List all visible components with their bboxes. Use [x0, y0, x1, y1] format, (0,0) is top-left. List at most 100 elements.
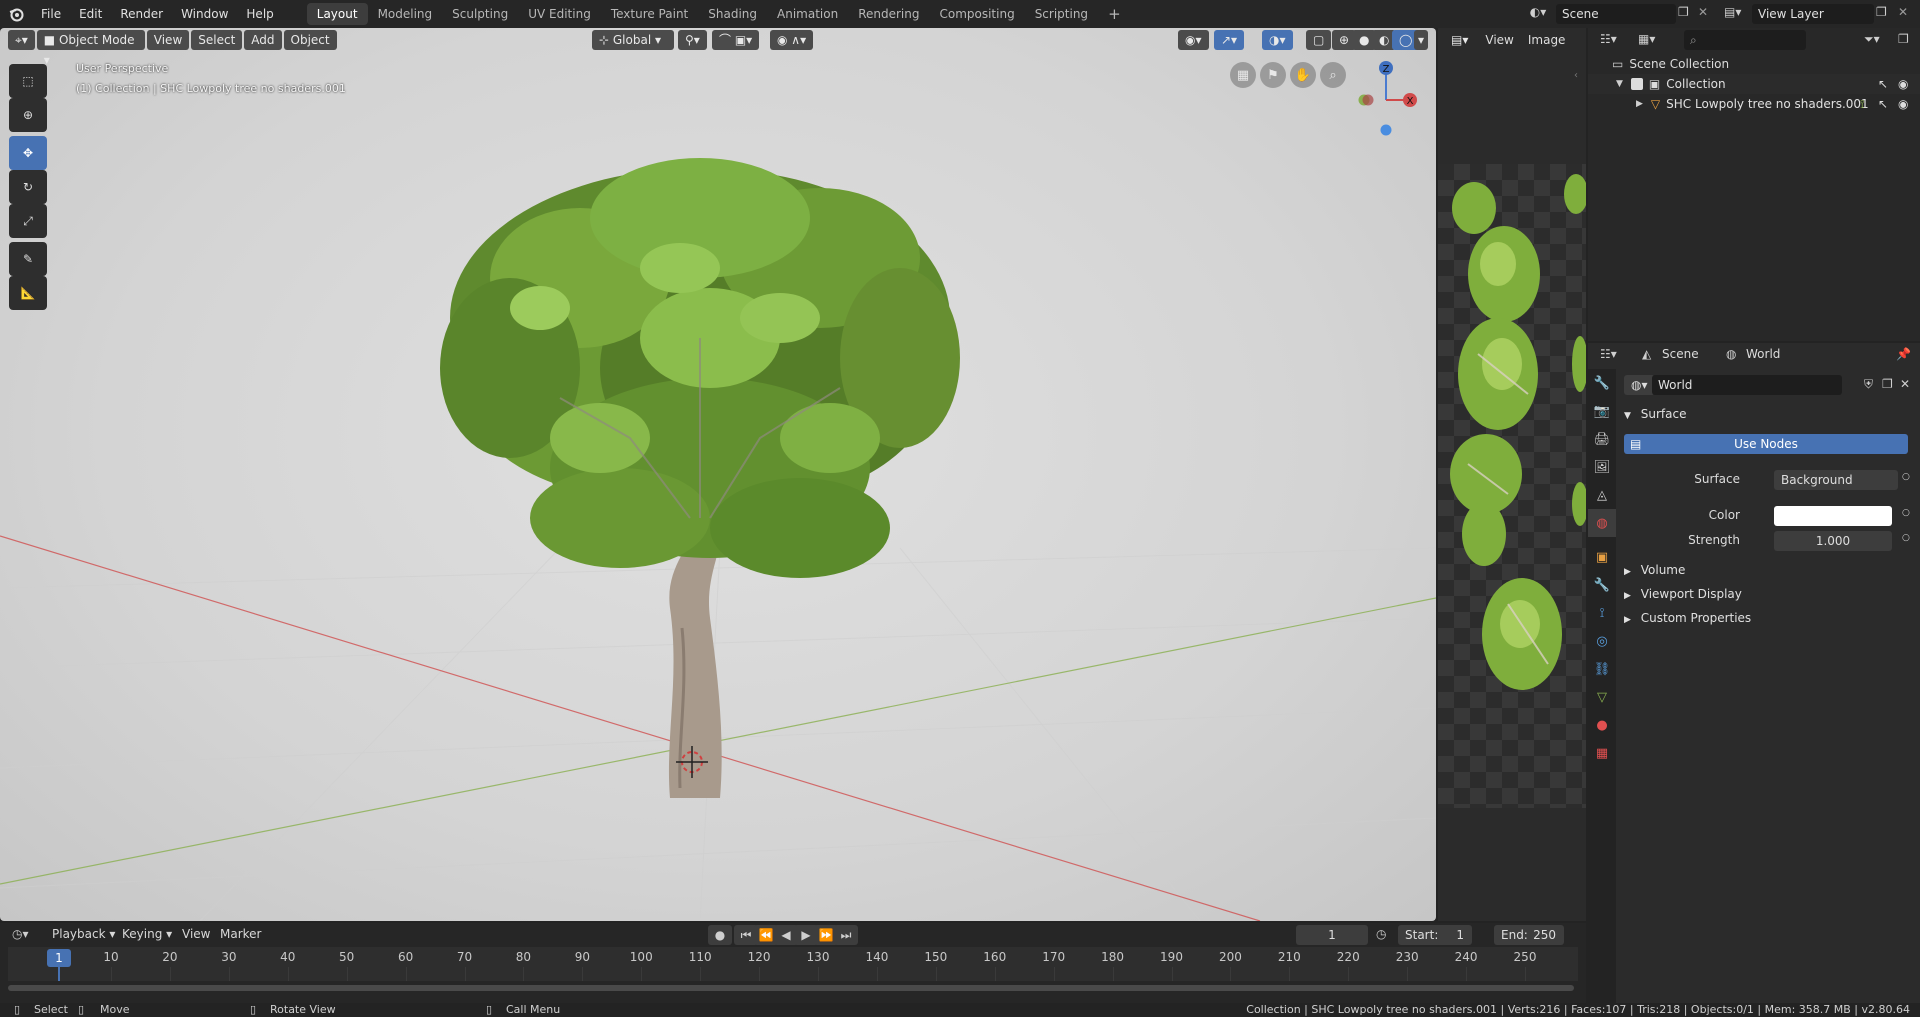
tab-view-layer-icon[interactable]: 🖼 — [1588, 453, 1616, 481]
modifier-icon[interactable]: ⟟ — [1860, 97, 1864, 112]
image-menu-view[interactable]: View — [1477, 33, 1521, 47]
tab-constraints-icon[interactable]: ⛓ — [1588, 655, 1616, 683]
strength-field[interactable]: 1.000 — [1774, 531, 1892, 551]
tab-rendering[interactable]: Rendering — [848, 3, 929, 25]
unlink-world-icon[interactable]: ✕ — [1900, 377, 1910, 391]
cursor-tool[interactable]: ⊕ — [9, 98, 47, 132]
navigation-gizmo[interactable]: Z X — [1350, 58, 1422, 138]
menu-render[interactable]: Render — [111, 3, 172, 25]
tab-material-icon[interactable]: ● — [1588, 711, 1616, 739]
scene-selector-icon[interactable]: ◐▾ — [1526, 5, 1550, 23]
fake-user-icon[interactable]: ⛨ — [1864, 377, 1873, 392]
3d-viewport[interactable]: ⌖▾ ■ Object Mode ▾ View Select Add Objec… — [0, 28, 1436, 921]
pivot-icon[interactable]: ⚲▾ — [678, 30, 707, 50]
shading-options-icon[interactable]: ▾ — [1414, 30, 1429, 50]
filter-icon[interactable]: ⏷▾ — [1864, 32, 1880, 47]
timeline-editor-type-icon[interactable]: ◷▾ — [12, 927, 29, 941]
collection-eye-icon[interactable]: ◉ — [1898, 77, 1908, 91]
tab-world-icon[interactable]: ◍ — [1588, 509, 1616, 537]
tab-shading[interactable]: Shading — [698, 3, 767, 25]
record-icon[interactable]: ● — [708, 925, 732, 945]
menu-select[interactable]: Select — [191, 30, 243, 50]
tab-modifier-icon[interactable]: 🔧 — [1588, 571, 1616, 599]
xray-icon[interactable]: ▢ — [1306, 30, 1332, 50]
tab-scene-icon[interactable]: ◬ — [1588, 481, 1616, 509]
snap-icon[interactable]: ⌒ ▣▾ — [712, 30, 760, 50]
use-nodes-button[interactable]: ▤ Use Nodes — [1624, 434, 1908, 454]
jump-end-icon[interactable]: ⏭ — [834, 925, 858, 945]
object-eye-icon[interactable]: ◉ — [1898, 97, 1908, 111]
display-mode-icon[interactable]: ▦▾ — [1638, 32, 1655, 46]
viewport-display-panel-header[interactable]: ▶ Viewport Display — [1624, 583, 1742, 605]
tab-texture-icon[interactable]: ▦ — [1588, 739, 1616, 767]
outliner-row-collection[interactable]: ▼ ▣ Collection ↖ ◉ — [1588, 74, 1920, 94]
tab-layout[interactable]: Layout — [306, 3, 368, 25]
surface-socket-icon[interactable]: ○ — [1902, 472, 1910, 482]
tab-sculpting[interactable]: Sculpting — [442, 3, 518, 25]
toggle-camera-view-icon[interactable]: ▦ — [1230, 62, 1256, 88]
overlay-toggle-icon[interactable]: ◑▾ — [1262, 30, 1293, 50]
menu-help[interactable]: Help — [237, 3, 282, 25]
properties-editor[interactable]: ☷▾ ◭ Scene ◍ World 📌 🔧 📷 🖨 🖼 ◬ ◍ ▣ 🔧 ⟟ ◎… — [1588, 343, 1920, 1017]
outliner-editor-type-icon[interactable]: ☷▾ — [1600, 32, 1617, 46]
outliner[interactable]: ☷▾ ▦▾ ⌕ ⏷▾ ❐ ▭ Scene Collection ▼ ▣ Coll… — [1588, 28, 1920, 341]
blender-logo-icon[interactable] — [0, 6, 32, 22]
start-frame-field[interactable]: Start: 1 — [1398, 925, 1472, 945]
surface-panel-header[interactable]: ▼ Surface — [1624, 403, 1686, 425]
gizmo-toggle-icon[interactable]: ↗▾ — [1214, 30, 1245, 50]
expand-arrow-icon[interactable]: ▼ — [1616, 79, 1623, 89]
volume-panel-header[interactable]: ▶ Volume — [1624, 559, 1685, 581]
pin-icon[interactable]: 📌 — [1896, 347, 1911, 361]
view-layer-field[interactable]: View Layer — [1752, 4, 1874, 24]
view-layer-icon[interactable]: ▤▾ — [1724, 5, 1748, 19]
world-browse-icon[interactable]: ◍▾ — [1624, 375, 1655, 395]
collection-checkbox[interactable] — [1630, 78, 1643, 90]
expand-arrow-icon[interactable]: ▶ — [1636, 99, 1643, 109]
annotate-tool[interactable]: ✎ — [9, 242, 47, 276]
collection-select-icon[interactable]: ↖ — [1878, 77, 1888, 91]
outliner-row-object[interactable]: ▶ ▽ SHC Lowpoly tree no shaders.001 ⟟ ↖ … — [1588, 94, 1920, 114]
preview-range-icon[interactable]: ◷ — [1376, 927, 1386, 941]
menu-window[interactable]: Window — [172, 3, 237, 25]
image-editor[interactable]: ▤▾ View Image ‹ — [1438, 28, 1586, 921]
tab-uv-editing[interactable]: UV Editing — [518, 3, 601, 25]
new-collection-icon[interactable]: ❐ — [1898, 32, 1909, 46]
color-swatch[interactable] — [1774, 506, 1892, 526]
end-frame-field[interactable]: End: 250 — [1494, 925, 1564, 945]
menu-object[interactable]: Object — [283, 30, 337, 50]
menu-keying[interactable]: Keying ▾ — [122, 927, 172, 941]
outliner-search-input[interactable]: ⌕ — [1684, 30, 1806, 50]
tab-tool-icon[interactable]: 🔧 — [1588, 369, 1616, 397]
outliner-row-scene-collection[interactable]: ▭ Scene Collection — [1588, 54, 1920, 74]
zoom-view-icon[interactable]: ⌕ — [1320, 62, 1346, 88]
add-workspace-button[interactable]: + — [1098, 3, 1131, 25]
current-frame-field[interactable]: 1 — [1296, 925, 1368, 945]
timeline[interactable]: ◷▾ Playback ▾ Keying ▾ View Marker ● ⏮ ⏪… — [0, 923, 1586, 1003]
panel-collapse-icon[interactable]: ‹ — [1574, 70, 1578, 81]
menu-add[interactable]: Add — [244, 30, 282, 50]
proportional-edit-icon[interactable]: ◉ ∧▾ — [770, 30, 814, 50]
menu-marker[interactable]: Marker — [220, 927, 261, 941]
tab-physics-icon[interactable]: ◎ — [1588, 627, 1616, 655]
image-menu-image[interactable]: Image — [1522, 33, 1572, 47]
world-name-field[interactable]: World — [1652, 375, 1842, 395]
tab-texture-paint[interactable]: Texture Paint — [601, 3, 698, 25]
tab-animation[interactable]: Animation — [767, 3, 848, 25]
properties-editor-type-icon[interactable]: ☷▾ — [1600, 347, 1617, 361]
menu-edit[interactable]: Edit — [70, 3, 111, 25]
select-box-tool[interactable]: ⬚ — [9, 64, 47, 98]
pan-view-icon[interactable]: ✋ — [1290, 62, 1316, 88]
timeline-ruler[interactable]: 10 20 30 40 50 60 70 80 90 100 110 120 130 140 150 160 1… — [8, 947, 1578, 981]
visibility-icon[interactable]: ◉▾ — [1178, 30, 1209, 50]
camera-view-icon[interactable]: ⚑ — [1260, 62, 1286, 88]
measure-tool[interactable]: 📐 — [9, 276, 47, 310]
menu-playback[interactable]: Playback ▾ — [52, 927, 115, 941]
menu-timeline-view[interactable]: View — [182, 927, 210, 941]
tab-scripting[interactable]: Scripting — [1025, 3, 1098, 25]
rotate-tool[interactable]: ↻ — [9, 170, 47, 204]
tree-object[interactable] — [380, 138, 1020, 798]
surface-shader-field[interactable]: Background — [1774, 470, 1898, 490]
breadcrumb-scene[interactable]: Scene — [1662, 347, 1699, 361]
playhead[interactable]: 1 — [47, 949, 71, 967]
tab-data-icon[interactable]: ▽ — [1588, 683, 1616, 711]
